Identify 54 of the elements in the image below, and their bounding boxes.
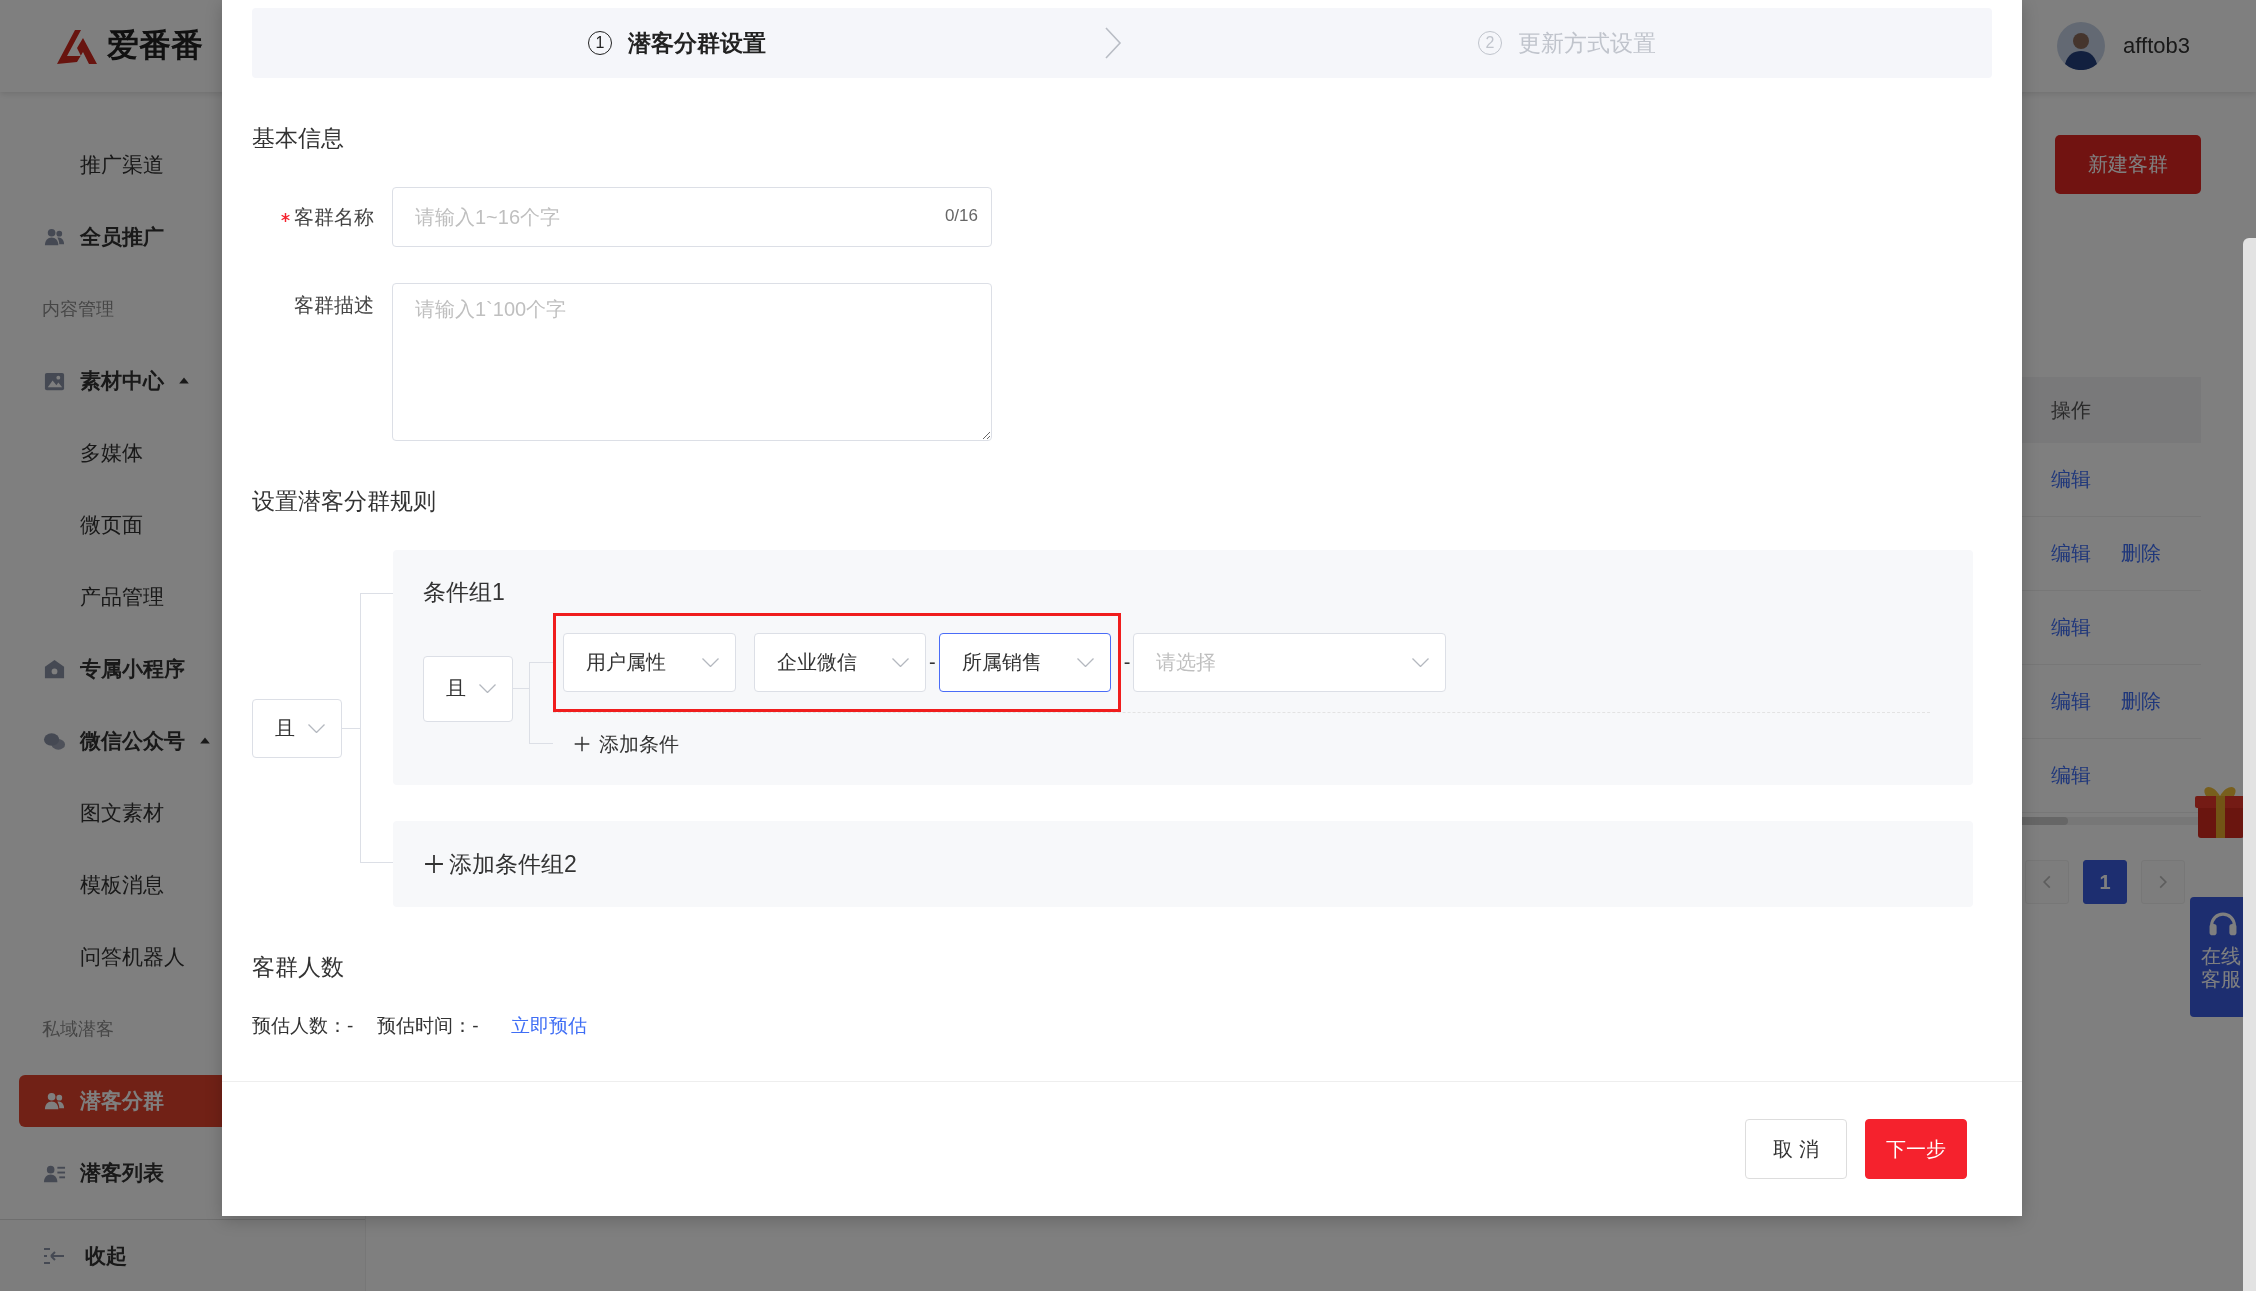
description-field[interactable]: 请输入1`100个字 xyxy=(392,283,992,441)
plus-icon xyxy=(423,853,445,875)
chevron-down-icon xyxy=(1412,658,1430,667)
dropdown[interactable]: 所属销售 xyxy=(938,633,1111,692)
section-title: 基本信息 xyxy=(252,124,345,153)
required-icon xyxy=(281,212,290,222)
section-label: 内容管理 xyxy=(42,298,114,321)
dropdown[interactable]: 且 xyxy=(423,655,513,722)
chevron-down-icon xyxy=(479,684,496,693)
field-label: 客群名称 xyxy=(294,205,374,230)
step-tab[interactable]: 1 潜客分群设置 xyxy=(252,27,1102,59)
action-link[interactable]: 编辑 xyxy=(2051,540,2091,567)
next-page-button[interactable] xyxy=(2141,860,2185,904)
action-link[interactable]: 删除 xyxy=(2121,540,2161,567)
next-button[interactable]: 下一步 xyxy=(1865,1119,1967,1179)
dropdown[interactable]: 企业微信 xyxy=(754,633,926,692)
cancel-button[interactable]: 取 消 xyxy=(1745,1119,1847,1179)
char-counter: 0/16 xyxy=(944,206,978,226)
dropdown[interactable]: 且 xyxy=(252,699,342,758)
new-group-button[interactable]: 新建客群 xyxy=(2055,135,2201,194)
add-group-button[interactable]: 添加条件组2 xyxy=(423,848,577,880)
user-name: afftob3 xyxy=(2123,33,2190,59)
prev-page-button[interactable] xyxy=(2025,860,2069,904)
chevron-right-icon xyxy=(1102,26,1124,60)
estimate-link[interactable]: 立即预估 xyxy=(510,1010,587,1042)
dropdown[interactable]: 用户属性 xyxy=(563,633,736,692)
action-link[interactable]: 编辑 xyxy=(2051,688,2091,715)
field-label: 客群描述 xyxy=(294,293,374,318)
action-link[interactable]: 删除 xyxy=(2121,688,2161,715)
section-title: 客群人数 xyxy=(252,953,345,982)
scrollbar[interactable] xyxy=(2243,238,2256,1291)
house-icon xyxy=(43,657,66,681)
avatar-icon xyxy=(2057,22,2106,70)
page-button[interactable]: 1 xyxy=(2083,860,2127,904)
group-title: 条件组1 xyxy=(423,578,506,607)
add-condition-button[interactable]: 添加条件 xyxy=(553,724,679,764)
estimate-text: 预估时间：- xyxy=(377,1014,479,1038)
action-link[interactable]: 编辑 xyxy=(2051,762,2091,789)
logo-text: 爱番番 xyxy=(107,26,203,65)
section-label: 私域潜客 xyxy=(42,1018,114,1041)
separator-text: - xyxy=(1123,651,1131,674)
chevron-down-icon xyxy=(1076,658,1094,667)
action-link[interactable]: 编辑 xyxy=(2051,466,2091,493)
chevron-down-icon xyxy=(308,724,325,733)
estimate-text: 预估人数：- xyxy=(252,1014,354,1038)
action-link[interactable]: 编辑 xyxy=(2051,614,2091,641)
collapse-icon xyxy=(43,1245,65,1266)
column-header: 操作 xyxy=(2050,397,2092,423)
chevron-down-icon xyxy=(702,658,719,667)
step-label: 潜客分群设置 xyxy=(628,28,766,58)
chevron-down-icon xyxy=(892,658,909,667)
plus-icon xyxy=(573,735,591,753)
section-title: 设置潜客分群规则 xyxy=(252,487,437,516)
separator-text: - xyxy=(929,651,936,674)
